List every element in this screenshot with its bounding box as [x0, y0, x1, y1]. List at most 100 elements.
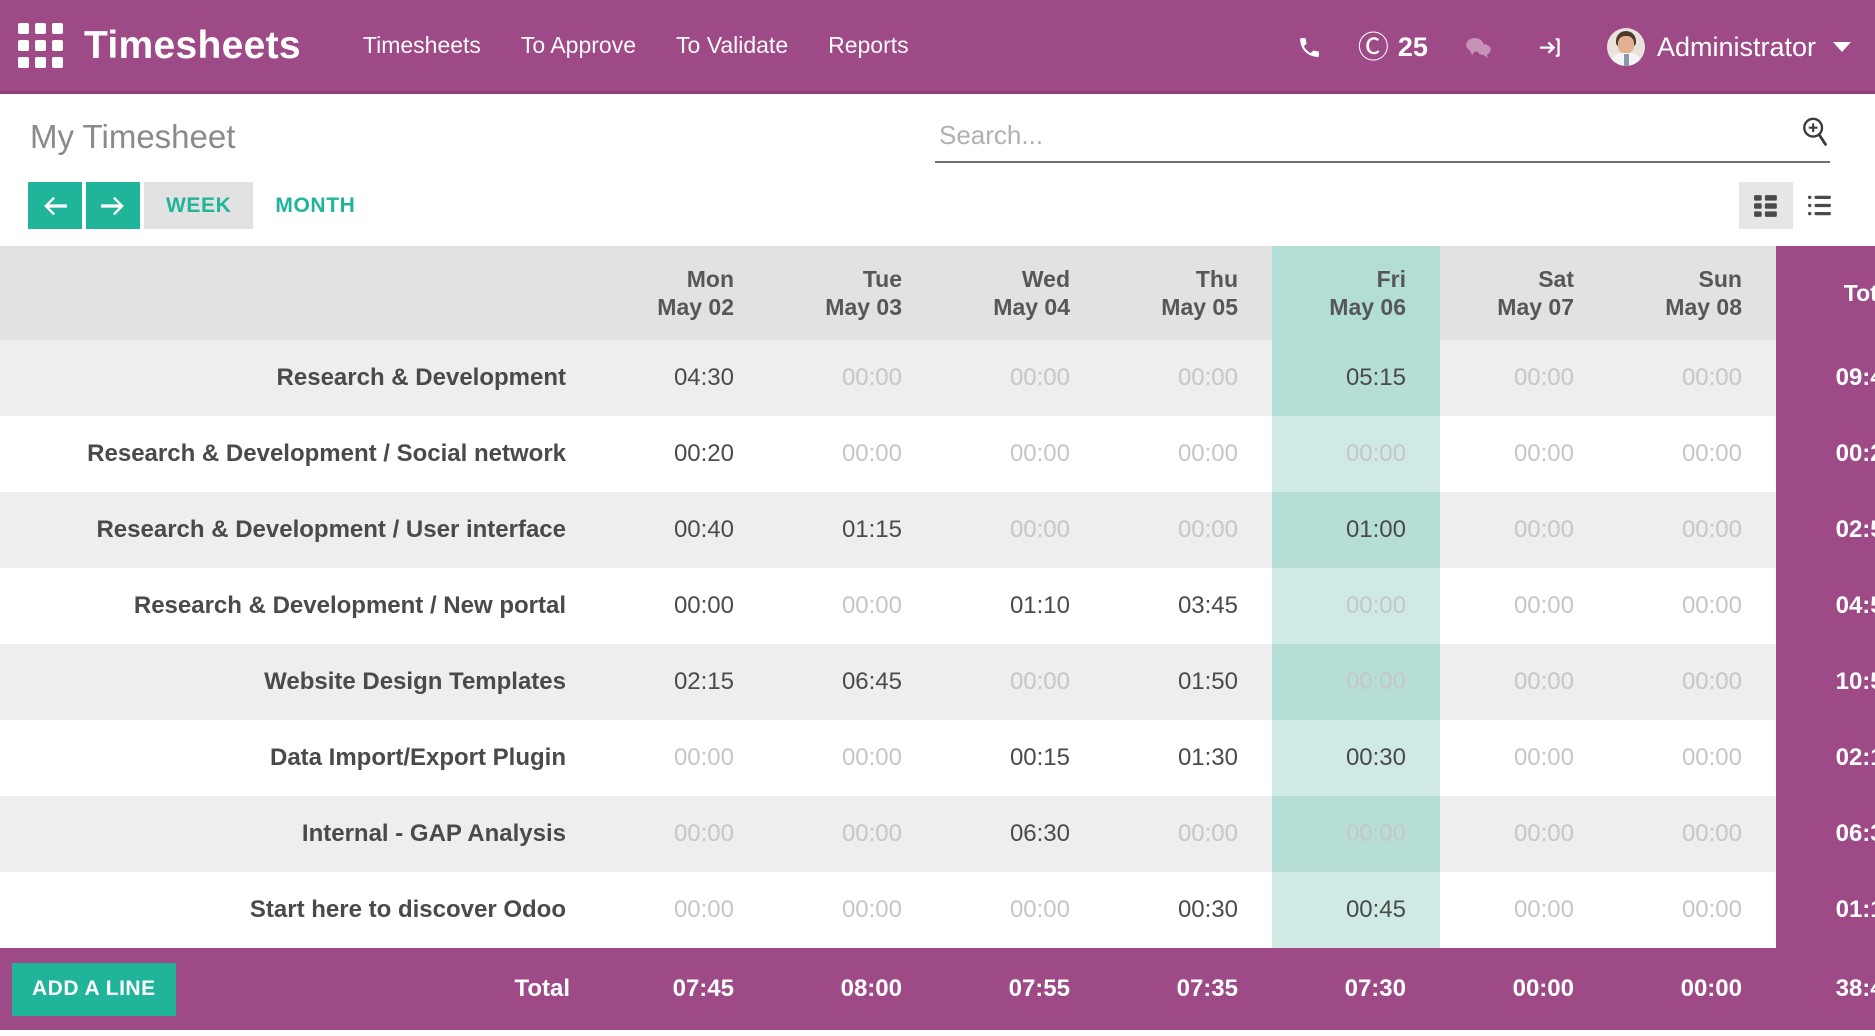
row-label: Data Import/Export Plugin: [0, 720, 600, 796]
time-cell[interactable]: 00:00: [1440, 720, 1608, 796]
time-cell[interactable]: 00:00: [768, 872, 936, 948]
next-period-button[interactable]: [86, 182, 140, 229]
menu-item-to-approve[interactable]: To Approve: [521, 32, 636, 59]
time-cell[interactable]: 00:00: [1608, 340, 1776, 416]
time-cell[interactable]: 00:00: [768, 796, 936, 872]
time-cell[interactable]: 00:00: [1608, 872, 1776, 948]
time-cell[interactable]: 00:00: [1608, 644, 1776, 720]
time-cell[interactable]: 00:00: [1608, 720, 1776, 796]
time-cell[interactable]: 00:00: [600, 568, 768, 644]
time-cell[interactable]: 00:00: [1272, 568, 1440, 644]
row-total: 02:55: [1776, 492, 1875, 568]
navbar-right-group: Ⓒ 25 Administrator: [1275, 0, 1857, 94]
time-cell[interactable]: 00:00: [1104, 492, 1272, 568]
phone-icon[interactable]: [1275, 35, 1344, 60]
apps-grid-icon[interactable]: [14, 20, 66, 72]
time-cell[interactable]: 00:00: [1440, 796, 1608, 872]
time-cell[interactable]: 02:15: [600, 644, 768, 720]
period-navigation: WEEK MONTH: [28, 182, 377, 229]
time-cell[interactable]: 00:00: [1608, 492, 1776, 568]
menu-item-to-validate[interactable]: To Validate: [676, 32, 788, 59]
row-total: 09:45: [1776, 340, 1875, 416]
header-day-name: Tue: [862, 265, 902, 292]
time-cell[interactable]: 00:00: [936, 644, 1104, 720]
user-name-label: Administrator: [1656, 31, 1816, 62]
header-day-date: May 07: [1497, 294, 1574, 320]
time-cell[interactable]: 00:15: [936, 720, 1104, 796]
header-day-date: May 05: [1161, 294, 1238, 320]
row-total: 04:55: [1776, 568, 1875, 644]
search-bar: [935, 116, 1830, 163]
header-name-column: [0, 246, 600, 340]
time-cell[interactable]: 00:00: [768, 568, 936, 644]
grid-view-icon[interactable]: [1739, 182, 1793, 229]
time-cell[interactable]: 00:00: [600, 872, 768, 948]
scale-month-button[interactable]: MONTH: [253, 182, 377, 229]
sign-in-arrow-icon[interactable]: [1514, 35, 1585, 60]
time-cell[interactable]: 00:45: [1272, 872, 1440, 948]
control-panel: My Timesheet WEEK MONTH: [0, 94, 1875, 246]
menu-item-reports[interactable]: Reports: [828, 32, 909, 59]
time-cell[interactable]: 00:00: [768, 416, 936, 492]
header-day-date: May 02: [657, 294, 734, 320]
chat-bubbles-icon[interactable]: [1442, 35, 1514, 60]
time-cell[interactable]: 00:00: [600, 796, 768, 872]
scale-week-button[interactable]: WEEK: [144, 182, 254, 229]
header-day-mon: Mon May 02: [600, 246, 768, 340]
list-view-icon[interactable]: [1793, 182, 1847, 229]
search-plus-icon[interactable]: [1800, 116, 1830, 155]
time-cell[interactable]: 00:00: [600, 720, 768, 796]
search-input[interactable]: [935, 120, 1800, 155]
footer-day-total: 07:30: [1344, 975, 1406, 1002]
user-menu[interactable]: Administrator: [1585, 28, 1857, 66]
header-day-date: May 03: [825, 294, 902, 320]
menu-item-timesheets[interactable]: Timesheets: [363, 32, 481, 59]
time-cell[interactable]: 00:00: [936, 492, 1104, 568]
header-day-fri: Fri May 06: [1272, 246, 1440, 340]
time-cell[interactable]: 01:15: [768, 492, 936, 568]
time-cell[interactable]: 00:30: [1272, 720, 1440, 796]
time-cell[interactable]: 00:40: [600, 492, 768, 568]
time-cell[interactable]: 01:00: [1272, 492, 1440, 568]
time-cell[interactable]: 00:00: [1104, 796, 1272, 872]
table-row: Research & Development / New portal 00:00…: [0, 568, 1875, 644]
table-row: Internal - GAP Analysis 00:00 00:00 06:30 00…: [0, 796, 1875, 872]
time-cell[interactable]: 00:00: [1272, 644, 1440, 720]
time-cell[interactable]: 00:00: [768, 340, 936, 416]
header-day-name: Mon: [686, 265, 734, 292]
time-cell[interactable]: 00:00: [1608, 796, 1776, 872]
time-cell[interactable]: 00:00: [1440, 492, 1608, 568]
time-cell[interactable]: 00:00: [936, 340, 1104, 416]
time-cell[interactable]: 04:30: [600, 340, 768, 416]
time-cell[interactable]: 00:00: [1272, 416, 1440, 492]
time-cell[interactable]: 05:15: [1272, 340, 1440, 416]
time-cell[interactable]: 00:00: [1440, 872, 1608, 948]
time-cell[interactable]: 00:00: [1440, 644, 1608, 720]
time-cell[interactable]: 06:30: [936, 796, 1104, 872]
prev-period-button[interactable]: [28, 182, 82, 229]
time-cell[interactable]: 00:00: [1272, 796, 1440, 872]
time-cell[interactable]: 00:00: [936, 416, 1104, 492]
row-label: Research & Development / New portal: [0, 568, 600, 644]
app-brand-title[interactable]: Timesheets: [84, 24, 301, 68]
time-cell[interactable]: 00:00: [1104, 416, 1272, 492]
time-cell[interactable]: 00:00: [1104, 340, 1272, 416]
header-day-date: May 08: [1665, 294, 1742, 320]
time-cell[interactable]: 00:00: [768, 720, 936, 796]
time-cell[interactable]: 01:10: [936, 568, 1104, 644]
avatar: [1606, 28, 1645, 66]
time-cell[interactable]: 00:00: [1440, 340, 1608, 416]
time-cell[interactable]: 00:00: [1608, 416, 1776, 492]
time-cell[interactable]: 01:30: [1104, 720, 1272, 796]
time-cell[interactable]: 00:00: [1608, 568, 1776, 644]
time-cell[interactable]: 00:00: [1440, 568, 1608, 644]
time-cell[interactable]: 00:00: [1440, 416, 1608, 492]
time-cell[interactable]: 03:45: [1104, 568, 1272, 644]
time-cell[interactable]: 00:00: [936, 872, 1104, 948]
time-cell[interactable]: 00:30: [1104, 872, 1272, 948]
row-total: 02:15: [1776, 720, 1875, 796]
time-cell[interactable]: 00:20: [600, 416, 768, 492]
time-cell[interactable]: 01:50: [1104, 644, 1272, 720]
time-cell[interactable]: 06:45: [768, 644, 936, 720]
mention-counter[interactable]: Ⓒ 25: [1344, 32, 1442, 63]
